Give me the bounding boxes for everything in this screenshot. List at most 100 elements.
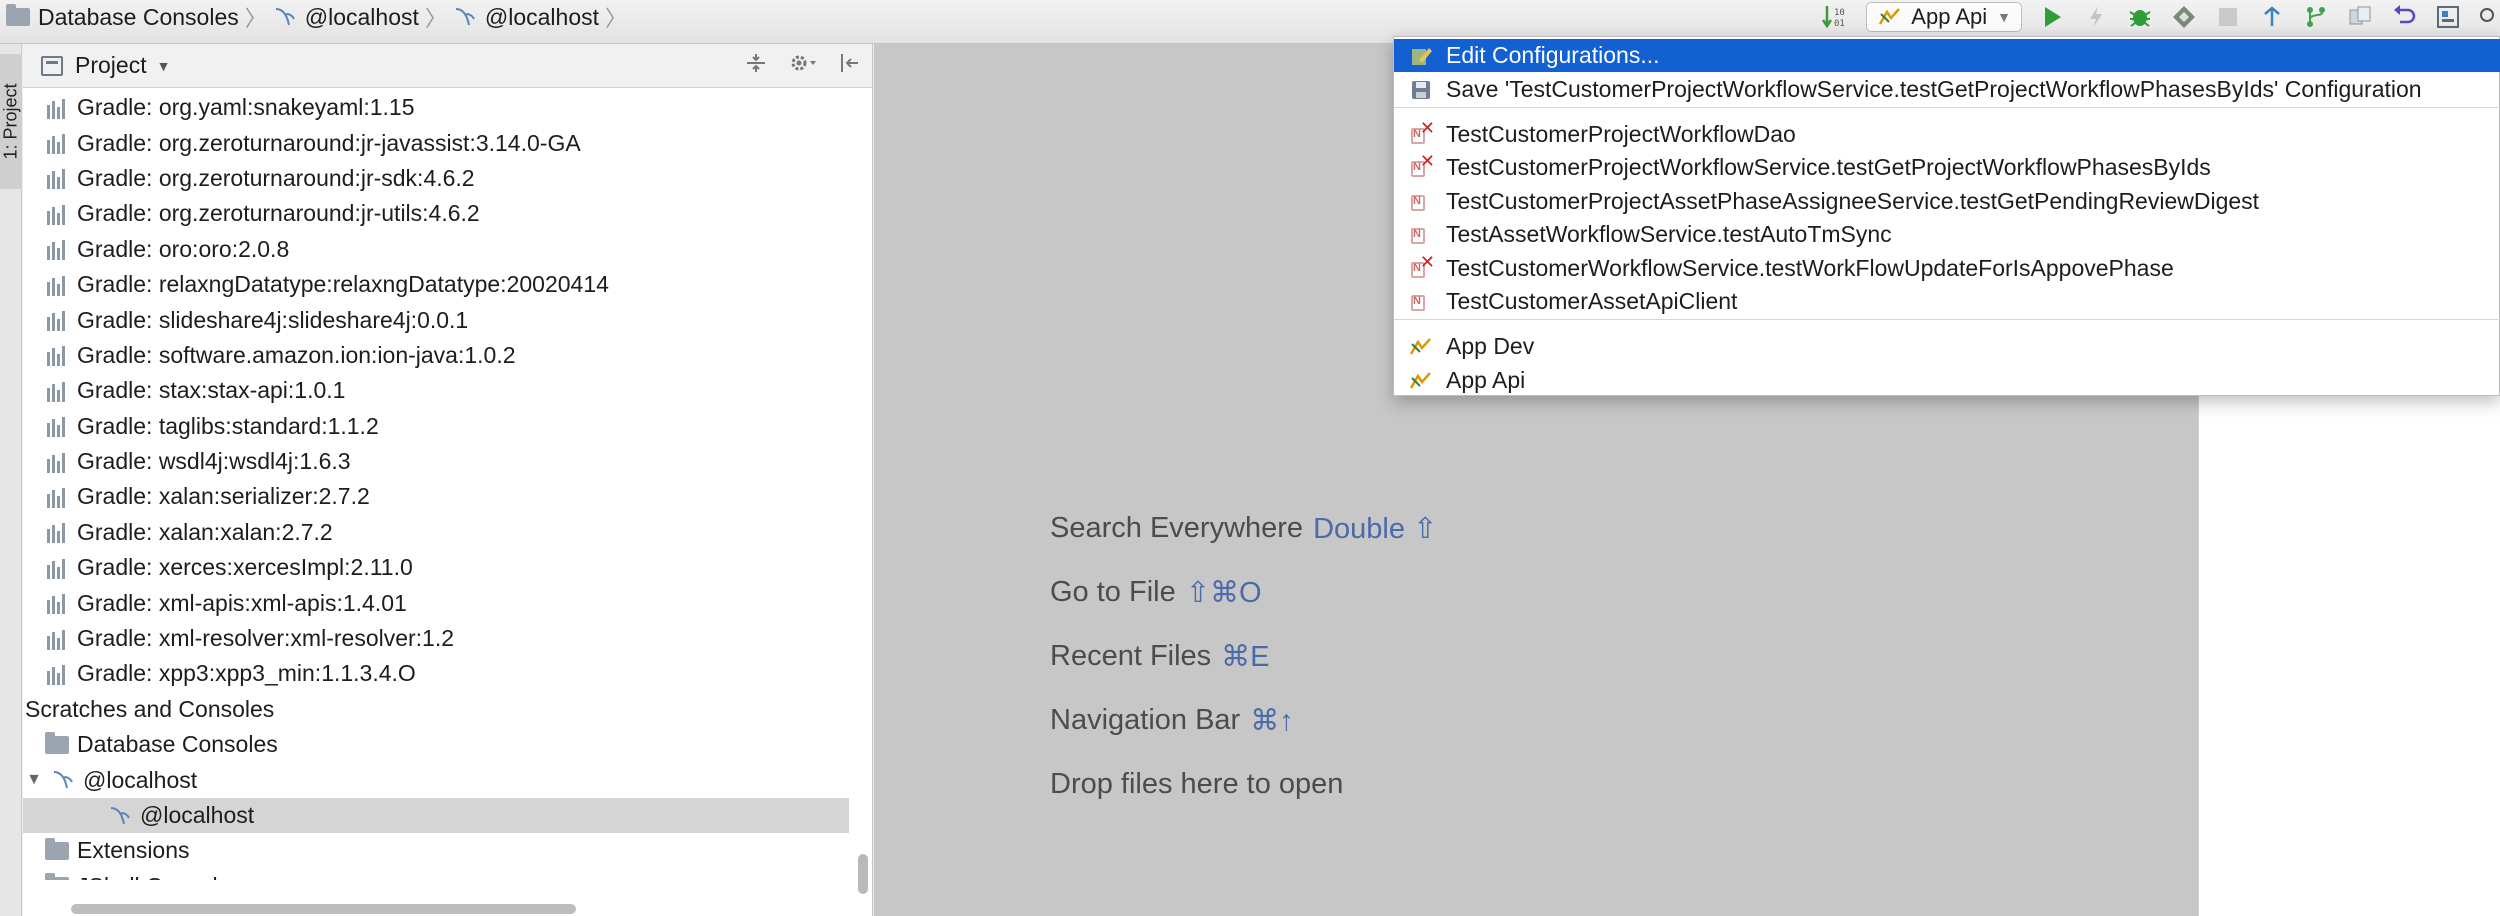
menu-item-label: App Api <box>1446 367 1526 393</box>
run-config-menu-item[interactable]: N TestCustomerAssetApiClient <box>1394 285 2500 318</box>
breadcrumb-item-localhost-console[interactable]: @localhost 〉 <box>453 0 633 34</box>
editor-hint: Search Everywhere Double ⇧ <box>1050 496 1437 560</box>
tree-row-label: Gradle: xalan:xalan:2.7.2 <box>77 518 333 545</box>
vcs-update-icon[interactable] <box>2250 0 2294 34</box>
tree-row[interactable]: Gradle: relaxngDatatype:relaxngDatatype:… <box>23 267 849 302</box>
tree-row[interactable]: Gradle: xml-apis:xml-apis:1.4.01 <box>23 585 849 620</box>
expand-arrow-icon[interactable]: ▼ <box>25 771 43 789</box>
tab-project-label: 1: Project <box>0 83 21 160</box>
horizontal-scrollbar[interactable] <box>71 904 576 914</box>
editor-hint-shortcut: Double ⇧ <box>1313 512 1438 545</box>
vcs-commit-icon[interactable] <box>2294 0 2338 34</box>
project-panel-header: Project ▼ <box>23 44 872 88</box>
debug-icon[interactable] <box>2118 0 2162 34</box>
test-failed-icon: N ✕ <box>1408 118 1435 148</box>
tree-row[interactable]: Gradle: xpp3:xpp3_min:1.1.3.4.O <box>23 656 849 691</box>
library-icon <box>45 97 69 119</box>
breadcrumb-item-database-consoles[interactable]: Database Consoles 〉 <box>6 0 273 34</box>
tree-row-label: Gradle: org.yaml:snakeyaml:1.15 <box>77 94 415 121</box>
edit-config-icon <box>1408 43 1434 69</box>
tree-row[interactable]: Gradle: org.yaml:snakeyaml:1.15 <box>23 90 849 125</box>
tree-row-label: Gradle: software.amazon.ion:ion-java:1.0… <box>77 341 516 368</box>
tree-row[interactable]: Database Consoles <box>23 727 849 762</box>
spring-app-icon <box>1879 8 1901 25</box>
tree-row-label: Gradle: stax:stax-api:1.0.1 <box>77 377 346 404</box>
coverage-icon[interactable] <box>2162 0 2206 34</box>
tree-row[interactable]: Gradle: taglibs:standard:1.1.2 <box>23 409 849 444</box>
menu-item-label: TestCustomerWorkflowService.testWorkFlow… <box>1446 255 2174 281</box>
tree-row[interactable]: Gradle: xalan:xalan:2.7.2 <box>23 515 849 550</box>
library-icon <box>45 203 69 225</box>
tree-row-label: Gradle: wsdl4j:wsdl4j:1.6.3 <box>77 448 351 475</box>
library-icon <box>45 380 69 402</box>
tree-row[interactable]: Gradle: org.zeroturnaround:jr-utils:4.6.… <box>23 196 849 231</box>
run-config-menu-item[interactable]: N ✕ TestCustomerProjectWorkflowDao <box>1394 118 2500 151</box>
run-config-menu-item[interactable]: N ✕ TestCustomerProjectWorkflowService.tes… <box>1394 151 2500 184</box>
library-icon <box>45 132 69 155</box>
menu-item-label: Edit Configurations... <box>1446 42 1660 68</box>
vcs-compare-icon[interactable] <box>2338 0 2382 34</box>
run-config-menu-item[interactable]: N TestAssetWorkflowService.testAutoTmSync <box>1394 218 2500 251</box>
run-config-menu-item[interactable]: N ✕ TestCustomerWorkflowService.testWorkFl… <box>1394 252 2500 285</box>
svg-text:10: 10 <box>1834 8 1845 18</box>
run-config-menu-item[interactable]: App Api <box>1394 364 2500 397</box>
run-config-menu-item[interactable]: Edit Configurations... <box>1394 39 2500 72</box>
editor-hint: Go to File ⇧⌘O <box>1050 560 1437 624</box>
tree-row[interactable]: Gradle: slideshare4j:slideshare4j:0.0.1 <box>23 302 849 337</box>
tree-row[interactable]: JShell Console <box>23 869 849 880</box>
undo-icon[interactable] <box>2382 0 2426 34</box>
chevron-down-icon[interactable]: ▼ <box>157 58 171 74</box>
sort-icon[interactable]: 10 01 <box>1814 0 1858 34</box>
tree-row[interactable]: Gradle: software.amazon.ion:ion-java:1.0… <box>23 338 849 373</box>
tree-row[interactable]: Extensions <box>23 833 849 868</box>
run-configurations-popup: Edit Configurations... Save 'TestCustomer… <box>1393 36 2500 396</box>
tree-row-label: JShell Console <box>77 873 230 880</box>
structure-icon[interactable] <box>2426 0 2470 34</box>
vertical-scrollbar[interactable] <box>858 854 868 894</box>
menu-separator <box>1394 107 2500 108</box>
tree-row-label: Gradle: slideshare4j:slideshare4j:0.0.1 <box>77 306 469 333</box>
tree-row[interactable]: Scratches and Consoles <box>23 692 849 727</box>
collapse-all-icon[interactable] <box>744 51 768 81</box>
stop-icon[interactable] <box>2206 0 2250 34</box>
project-view-selector[interactable]: Project <box>75 52 147 79</box>
breadcrumb-label: Database Consoles <box>38 3 239 30</box>
tree-row[interactable]: Gradle: org.zeroturnaround:jr-javassist:… <box>23 125 849 160</box>
run-config-menu-item[interactable]: Save 'TestCustomerProjectWorkflowService… <box>1394 73 2500 106</box>
lightning-icon[interactable] <box>2074 0 2118 34</box>
tree-row[interactable]: @localhost <box>23 797 849 834</box>
hide-panel-icon[interactable] <box>838 51 862 81</box>
tree-row[interactable]: Gradle: wsdl4j:wsdl4j:1.6.3 <box>23 444 849 479</box>
menu-item-label: TestCustomerProjectAssetPhaseAssigneeSer… <box>1446 188 2260 214</box>
tree-row[interactable]: Gradle: xerces:xercesImpl:2.11.0 <box>23 550 849 585</box>
tree-row-label: Gradle: xml-apis:xml-apis:1.4.01 <box>77 589 407 616</box>
tree-row[interactable]: ▼ @localhost <box>23 762 849 797</box>
run-config-menu-item[interactable]: App Dev <box>1394 330 2500 363</box>
tree-row-label: Gradle: relaxngDatatype:relaxngDatatype:… <box>77 271 609 298</box>
tree-row-label: @localhost <box>83 766 198 793</box>
editor-hint-shortcut: ⇧⌘O <box>1185 576 1262 609</box>
editor-hint-text: Go to File <box>1050 575 1176 608</box>
run-config-menu-item[interactable]: N TestCustomerProjectAssetPhaseAssigneeSe… <box>1394 185 2500 218</box>
tab-project[interactable]: 1: Project <box>0 54 22 189</box>
tree-row[interactable]: Gradle: xalan:serializer:2.7.2 <box>23 479 849 514</box>
editor-hint-shortcut: ⌘E <box>1221 640 1270 673</box>
gear-icon[interactable] <box>788 51 818 81</box>
search-icon[interactable] <box>2470 0 2500 34</box>
breadcrumb-item-localhost[interactable]: @localhost 〉 <box>273 0 453 34</box>
project-tool-window: Project ▼ Gradle: org.yaml:snakeyaml:1.1… <box>23 44 873 916</box>
tree-row[interactable]: Gradle: xml-resolver:xml-resolver:1.2 <box>23 621 849 656</box>
tree-row[interactable]: Gradle: oro:oro:2.0.8 <box>23 232 849 267</box>
project-tree: Gradle: org.yaml:snakeyaml:1.15 Gradle: o… <box>23 90 849 880</box>
svg-text:01: 01 <box>1834 19 1845 29</box>
tree-row-label: Scratches and Consoles <box>25 695 275 722</box>
tree-row[interactable]: Gradle: org.zeroturnaround:jr-sdk:4.6.2 <box>23 161 849 196</box>
editor-hint-text: Drop files here to open <box>1050 767 1344 800</box>
run-configuration-selector[interactable]: App Api ▼ <box>1866 2 2022 32</box>
menu-item-label: TestCustomerAssetApiClient <box>1446 288 1738 314</box>
run-icon[interactable] <box>2030 0 2074 34</box>
menu-item-label: TestAssetWorkflowService.testAutoTmSync <box>1446 221 1892 247</box>
tree-row-label: Extensions <box>77 837 190 864</box>
library-icon <box>45 451 69 473</box>
tree-row[interactable]: Gradle: stax:stax-api:1.0.1 <box>23 373 849 408</box>
